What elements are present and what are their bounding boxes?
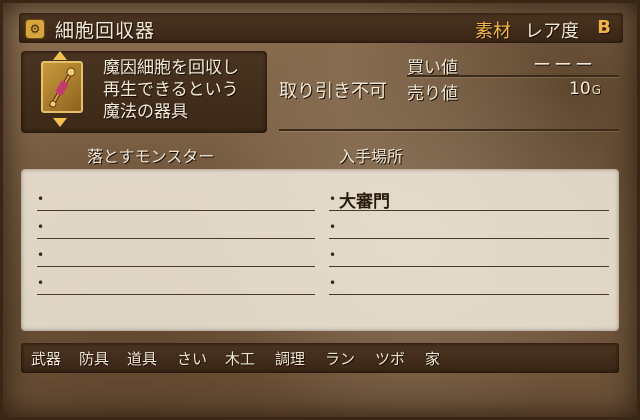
category-label: 素材 xyxy=(475,21,511,42)
location-row: • 大審門 xyxy=(323,187,609,212)
location-header: 入手場所 xyxy=(339,147,404,166)
tab-house[interactable]: 家 xyxy=(425,348,440,369)
item-category-badge-icon: ⚙ xyxy=(25,19,45,39)
tab-lamp[interactable]: ラン xyxy=(325,348,355,369)
cell-collector-wand-icon xyxy=(41,61,83,113)
bullet-icon: • xyxy=(37,276,45,290)
description-line: 再生できるという xyxy=(103,80,239,100)
location-name: 大審門 xyxy=(339,192,390,212)
tab-woodwork[interactable]: 木工 xyxy=(225,348,255,369)
description-line: 魔法の器具 xyxy=(103,102,188,122)
tab-armor[interactable]: 防具 xyxy=(79,348,109,369)
sell-price-value: 10 xyxy=(569,79,591,99)
description-line: 魔因細胞を回収し xyxy=(103,58,239,78)
drop-info-panel: • • • • • 大審門 • • • xyxy=(21,169,619,331)
monster-row: • xyxy=(31,243,315,267)
trade-status: 取り引き不可 xyxy=(279,81,387,102)
price-section-divider xyxy=(279,129,619,131)
location-row: • xyxy=(323,243,609,267)
bullet-icon: • xyxy=(329,276,337,290)
gold-unit: G xyxy=(591,83,601,97)
title-bar: ⚙ 細胞回収器 素材 レア度 B xyxy=(19,13,623,43)
tab-cooking[interactable]: 調理 xyxy=(275,348,305,369)
tab-pot[interactable]: ツボ xyxy=(375,348,405,369)
location-row: • xyxy=(323,271,609,295)
tab-weapons[interactable]: 武器 xyxy=(31,348,61,369)
rarity-label: レア度 xyxy=(525,21,579,42)
bullet-icon: • xyxy=(329,220,337,234)
monster-row: • xyxy=(31,215,315,239)
tab-tools[interactable]: 道具 xyxy=(127,348,157,369)
rarity-value: B xyxy=(597,17,611,38)
buy-price-divider xyxy=(407,75,619,77)
buy-price-value: ーーー xyxy=(533,55,596,76)
monster-row: • xyxy=(31,187,315,211)
monster-row: • xyxy=(31,271,315,295)
item-name: 細胞回収器 xyxy=(55,20,156,42)
scroll-up-arrow-icon[interactable] xyxy=(53,51,67,60)
monsters-header: 落とすモンスター xyxy=(87,147,215,166)
tab-sewing[interactable]: さい xyxy=(177,348,207,369)
item-detail-window: ⚙ 細胞回収器 素材 レア度 B 魔因細胞を回収し 再生できるという 魔法の器具… xyxy=(0,0,640,420)
item-description: 魔因細胞を回収し 再生できるという 魔法の器具 xyxy=(103,57,239,123)
sell-price: 10G xyxy=(569,79,601,99)
bullet-icon: • xyxy=(37,192,45,206)
sell-price-label: 売り値 xyxy=(407,84,458,104)
description-panel: 魔因細胞を回収し 再生できるという 魔法の器具 xyxy=(21,51,267,133)
bullet-icon: • xyxy=(329,248,337,262)
location-row: • xyxy=(323,215,609,239)
bullet-icon: • xyxy=(37,248,45,262)
crafting-category-tabs: 武器 防具 道具 さい 木工 調理 ラン ツボ 家 xyxy=(21,343,619,373)
bullet-icon: • xyxy=(329,192,337,206)
scroll-down-arrow-icon[interactable] xyxy=(53,118,67,127)
bullet-icon: • xyxy=(37,220,45,234)
